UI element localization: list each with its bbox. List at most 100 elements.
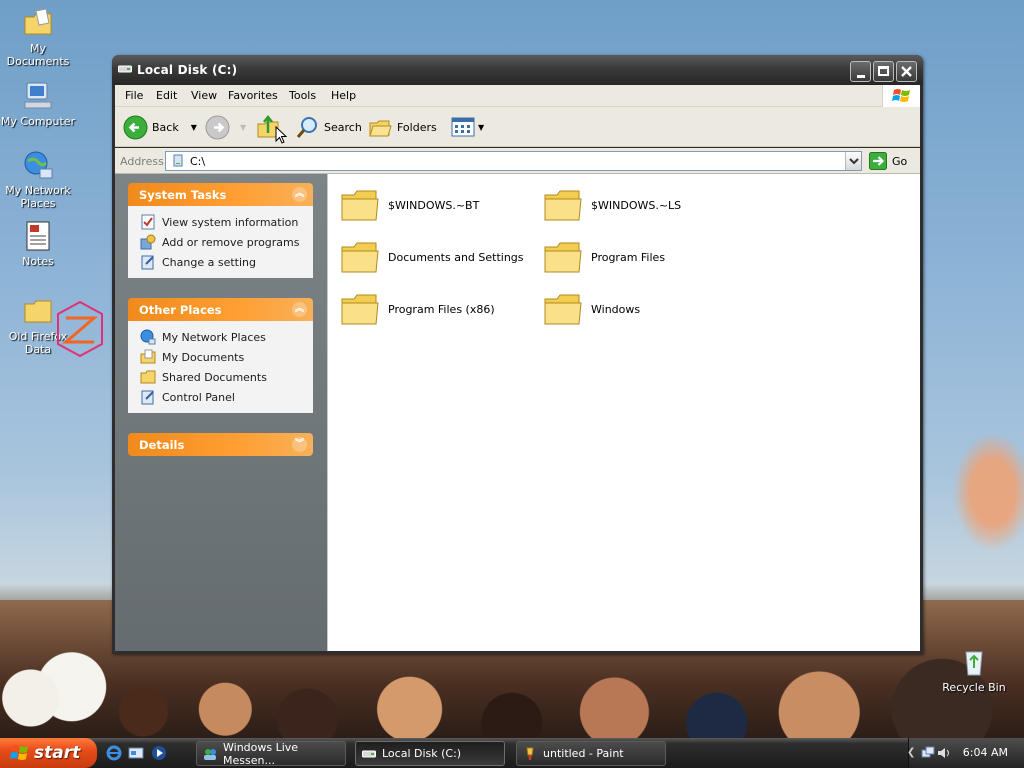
chevron-down-icon [849,158,859,165]
folder-icon [341,190,379,221]
folders-button[interactable]: Folders [368,114,437,140]
close-icon [901,66,912,77]
place-label: Shared Documents [162,370,267,384]
drive-icon [118,65,132,73]
menu-help[interactable]: Help [331,89,356,102]
windows-flag-icon [10,745,28,760]
wallpaper-hand [920,420,1024,600]
paint-brush-icon [526,747,534,760]
folder-icon [544,190,582,221]
folder-item[interactable]: Windows [543,289,640,329]
task-view-system-information[interactable]: View system information [128,212,313,232]
messenger-buddies-icon [204,748,216,760]
standard-toolbar: Back ▼ ▼ Search Folders ▼ [115,107,920,147]
notes-document-icon [26,221,50,251]
internet-explorer-icon[interactable] [106,745,122,761]
views-dropdown-icon[interactable]: ▼ [478,123,484,132]
folder-item[interactable]: $WINDOWS.~LS [543,185,681,225]
go-button[interactable]: Go [869,152,907,170]
views-button[interactable]: ▼ [451,114,484,140]
network-globe-icon [140,329,156,345]
back-dropdown-icon[interactable]: ▼ [191,123,197,132]
views-grid-icon [451,117,475,137]
taskbar-button-messenger[interactable]: Windows Live Messen... [196,740,346,767]
system-tasks-header[interactable]: System Tasks ︽ [128,183,313,206]
menu-tools[interactable]: Tools [289,89,316,102]
desktop-icon-label: Recycle Bin [942,681,1006,694]
other-places-header[interactable]: Other Places ︽ [128,298,313,321]
search-label: Search [324,120,362,134]
my-computer-icon [24,82,52,109]
details-header[interactable]: Details ︾ [128,433,313,456]
back-button[interactable]: Back ▼ [123,114,197,140]
taskbar: start Windows Live Messen... Local Disk … [0,738,1024,768]
forward-arrow-icon [205,115,230,139]
network-tray-icon[interactable] [921,746,935,760]
explorer-window: Local Disk (C:) File Edit View Favorites… [112,55,923,654]
menu-view[interactable]: View [191,89,217,102]
desktop-icon-my-documents[interactable]: My Documents [0,7,76,68]
network-globe-icon [24,151,53,179]
folder-item[interactable]: $WINDOWS.~BT [340,185,479,225]
address-dropdown-button[interactable] [845,152,861,170]
place-my-documents[interactable]: My Documents [128,347,313,367]
show-desktop-icon[interactable] [128,745,144,761]
maximize-icon [878,66,889,76]
control-panel-icon [141,390,154,405]
task-pane: System Tasks ︽ View system information A… [115,174,327,651]
menu-bar: File Edit View Favorites Tools Help [115,85,920,107]
start-button[interactable]: start [0,738,97,768]
tray-expand-icon[interactable]: ❮ [907,747,915,758]
place-my-network-places[interactable]: My Network Places [128,327,313,347]
place-control-panel[interactable]: Control Panel [128,387,313,407]
zune-logo-icon [57,300,103,358]
collapse-chevron-icon[interactable]: ︽ [292,302,307,317]
forward-button[interactable]: ▼ [205,114,246,140]
minimize-button[interactable] [850,61,871,82]
mouse-cursor-icon [275,126,288,144]
collapse-chevron-icon[interactable]: ︽ [292,187,307,202]
desktop-icon-label: My Network Places [5,184,71,210]
expand-chevron-icon[interactable]: ︾ [292,437,307,452]
folder-item[interactable]: Program Files (x86) [340,289,495,329]
task-add-remove-programs[interactable]: Add or remove programs [128,232,313,252]
menu-favorites[interactable]: Favorites [228,89,278,102]
volume-speaker-icon[interactable] [937,746,951,760]
forward-dropdown-icon[interactable]: ▼ [240,123,246,132]
taskbar-button-label: Windows Live Messen... [223,740,299,767]
desktop-icon-my-network-places[interactable]: My Network Places [0,149,76,210]
task-label: Change a setting [162,255,256,269]
desktop-icon-label: Notes [22,255,54,268]
close-button[interactable] [896,61,917,82]
place-label: Control Panel [162,390,235,404]
address-value: C:\ [190,155,206,168]
folder-name: $WINDOWS.~LS [591,198,682,212]
menu-edit[interactable]: Edit [156,89,177,102]
minimize-icon [857,75,865,78]
my-documents-icon [140,349,156,364]
folder-item[interactable]: Documents and Settings [340,237,524,277]
search-button[interactable]: Search [295,114,362,140]
taskbar-button-local-disk[interactable]: Local Disk (C:) [355,741,505,766]
desktop-icon-notes[interactable]: Notes [0,220,76,268]
title-bar[interactable]: Local Disk (C:) [112,55,923,85]
go-label: Go [892,154,908,168]
maximize-button[interactable] [873,61,894,82]
system-tasks-body: View system information Add or remove pr… [128,206,313,278]
address-input[interactable]: C:\ [165,151,862,171]
system-info-icon [141,214,155,230]
place-label: My Network Places [162,330,266,344]
system-tray: ❮ 6:04 AM [907,738,1024,768]
media-player-icon[interactable] [151,745,167,761]
my-documents-icon [24,8,52,35]
taskbar-button-paint[interactable]: untitled - Paint [516,741,666,766]
back-label: Back [152,120,179,134]
desktop-icon-my-computer[interactable]: My Computer [0,80,76,128]
desktop-icon-recycle-bin[interactable]: Recycle Bin [936,646,1012,694]
task-change-a-setting[interactable]: Change a setting [128,252,313,272]
menu-file[interactable]: File [125,89,143,102]
folder-item[interactable]: Program Files [543,237,665,277]
place-shared-documents[interactable]: Shared Documents [128,367,313,387]
desktop-icon-label: My Computer [0,115,76,128]
clock[interactable]: 6:04 AM [963,746,1008,759]
